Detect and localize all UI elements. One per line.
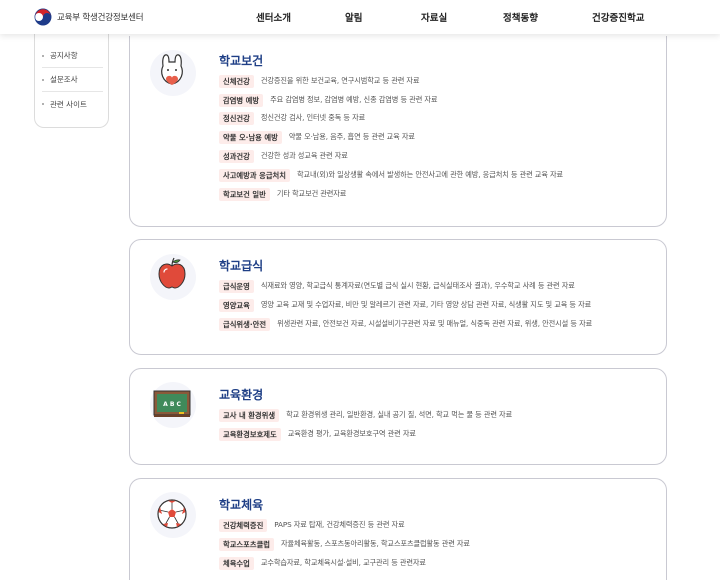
- item-desc: 약물 오·남용, 음주, 흡연 등 관련 교육 자료: [288, 132, 415, 141]
- item-tag: 급식위생·안전: [219, 317, 271, 331]
- nav-health-school[interactable]: 건강증진학교: [592, 10, 644, 24]
- nav-library[interactable]: 자료실: [421, 10, 447, 24]
- list-item[interactable]: 급식위생·안전 위생관련 자료, 안전보건 자료, 시설설비기구관련 자료 및 매…: [219, 317, 592, 331]
- item-desc: 교수학습자료, 학교체육시설·설비, 교구관리 등 관련자료: [260, 558, 426, 567]
- list-item[interactable]: 영양교육 영양 교육 교재 및 수업자료, 비만 및 알레르기 관련 자료, 기타…: [219, 298, 591, 312]
- item-desc: 위생관련 자료, 안전보건 자료, 시설설비기구관련 자료 및 매뉴얼, 식중독…: [277, 319, 593, 328]
- taegeuk-logo-icon: [34, 8, 52, 26]
- item-tag: 사고예방과 응급처치: [219, 168, 290, 182]
- list-item[interactable]: 체육수업 교수학습자료, 학교체육시설·설비, 교구관리 등 관련자료: [219, 556, 426, 570]
- item-desc: 학교내(외)와 일상생활 속에서 발생하는 안전사고에 관한 예방, 응급처치 …: [296, 170, 564, 179]
- category-card-school-health[interactable]: 학교보건 신체건강 건강증진을 위한 보건교육, 연구시범학교 등 관련 자료 감…: [129, 36, 667, 227]
- item-desc: 정신건강 검사, 인터넷 중독 등 자료: [260, 113, 366, 122]
- item-tag: 약물 오·남용 예방: [219, 130, 282, 144]
- list-item[interactable]: 건강체력증진 PAPS 자료 탑재, 건강체력증진 등 관련 자료: [219, 518, 405, 532]
- item-tag: 교사 내 환경위생: [219, 408, 280, 422]
- soccer-ball-icon: [146, 488, 198, 540]
- category-title: 교육환경: [219, 388, 264, 402]
- category-card-school-sports[interactable]: 학교체육 건강체력증진 PAPS 자료 탑재, 건강체력증진 등 관련 자료 학교…: [129, 478, 667, 580]
- chalkboard-text: A B C: [163, 401, 181, 408]
- item-tag: 건강체력증진: [219, 518, 268, 532]
- item-desc: 건강한 성과 성교육 관련 자료: [260, 151, 348, 160]
- sidebar-item-label: 관련 사이트: [50, 99, 87, 109]
- item-desc: 주요 감염병 정보, 감염병 예방, 신종 감염병 등 관련 자료: [270, 95, 438, 104]
- item-tag: 정신건강: [219, 111, 254, 125]
- item-desc: 학교 환경위생 관리, 일반환경, 실내 공기 질, 석면, 학교 먹는 물 등…: [286, 410, 513, 419]
- item-tag: 체육수업: [219, 556, 254, 570]
- item-tag: 감염병 예방: [219, 93, 264, 107]
- list-item[interactable]: 학교스포츠클럽 자율체육활동, 스포츠동아리활동, 학교스포츠클럽활동 관련 자료: [219, 537, 470, 551]
- list-item[interactable]: 약물 오·남용 예방 약물 오·남용, 음주, 흡연 등 관련 교육 자료: [219, 130, 415, 144]
- sidebar-item-label: 공지사항: [50, 51, 78, 60]
- sidebar-item-label: 설문조사: [50, 75, 78, 84]
- list-item[interactable]: 급식운영 식재료와 영양, 학교급식 통계자료(연도별 급식 실시 현황, 급식실…: [219, 279, 575, 293]
- item-desc: 교육환경 평가, 교육환경보호구역 관련 자료: [287, 429, 416, 438]
- item-tag: 급식운영: [219, 279, 254, 293]
- item-tag: 학교보건 일반: [219, 187, 270, 201]
- site-name: 교육부 학생건강정보센터: [57, 13, 144, 23]
- list-item[interactable]: 성과건강 건강한 성과 성교육 관련 자료: [219, 149, 348, 163]
- chalkboard-icon: A B C: [146, 378, 198, 430]
- sidebar-item-survey[interactable]: 설문조사: [42, 68, 103, 92]
- list-item[interactable]: 신체건강 건강증진을 위한 보건교육, 연구시범학교 등 관련 자료: [219, 74, 420, 88]
- apple-icon: [146, 250, 198, 302]
- list-item[interactable]: 감염병 예방 주요 감염병 정보, 감염병 예방, 신종 감염병 등 관련 자료: [219, 93, 438, 107]
- item-tag: 신체건강: [219, 74, 254, 88]
- item-desc: 자율체육활동, 스포츠동아리활동, 학교스포츠클럽활동 관련 자료: [281, 539, 470, 548]
- sidebar-item-related-sites[interactable]: 관련 사이트: [42, 92, 103, 116]
- item-desc: PAPS 자료 탑재, 건강체력증진 등 관련 자료: [274, 520, 405, 529]
- category-title: 학교급식: [219, 259, 264, 273]
- item-desc: 식재료와 영양, 학교급식 통계자료(연도별 급식 실시 현황, 급식실태조사 …: [260, 281, 575, 290]
- nav-center-intro[interactable]: 센터소개: [256, 10, 291, 24]
- category-card-education-environment[interactable]: A B C 교육환경 교사 내 환경위생 학교 환경위생 관리, 일반환경, 실내…: [129, 368, 667, 465]
- list-item[interactable]: 학교보건 일반 기타 학교보건 관련자료: [219, 187, 346, 201]
- item-tag: 학교스포츠클럽: [219, 537, 274, 551]
- site-header: 교육부 학생건강정보센터 센터소개 알림 자료실 정책동향 건강증진학교: [0, 0, 720, 34]
- item-tag: 성과건강: [219, 149, 254, 163]
- item-desc: 기타 학교보건 관련자료: [276, 189, 347, 198]
- category-title: 학교보건: [219, 54, 264, 68]
- list-item[interactable]: 교육환경보호제도 교육환경 평가, 교육환경보호구역 관련 자료: [219, 427, 416, 441]
- category-card-school-meals[interactable]: 학교급식 급식운영 식재료와 영양, 학교급식 통계자료(연도별 급식 실시 현황…: [129, 239, 667, 355]
- item-desc: 건강증진을 위한 보건교육, 연구시범학교 등 관련 자료: [260, 76, 420, 85]
- item-tag: 영양교육: [219, 298, 254, 312]
- list-item[interactable]: 사고예방과 응급처치 학교내(외)와 일상생활 속에서 발생하는 안전사고에 관한…: [219, 168, 563, 182]
- heart-character-icon: [146, 46, 198, 98]
- list-item[interactable]: 교사 내 환경위생 학교 환경위생 관리, 일반환경, 실내 공기 질, 석면, …: [219, 408, 512, 422]
- sidebar-menu: 공지사항 설문조사 관련 사이트: [34, 34, 109, 128]
- sidebar-item-notices[interactable]: 공지사항: [42, 44, 103, 68]
- site-logo[interactable]: 교육부 학생건강정보센터: [34, 8, 144, 26]
- category-title: 학교체육: [219, 498, 264, 512]
- nav-notice[interactable]: 알림: [345, 10, 362, 24]
- item-desc: 영양 교육 교재 및 수업자료, 비만 및 알레르기 관련 자료, 기타 영양 …: [260, 300, 592, 309]
- nav-policy-trends[interactable]: 정책동향: [503, 10, 538, 24]
- list-item[interactable]: 정신건강 정신건강 검사, 인터넷 중독 등 자료: [219, 111, 365, 125]
- item-tag: 교육환경보호제도: [219, 427, 281, 441]
